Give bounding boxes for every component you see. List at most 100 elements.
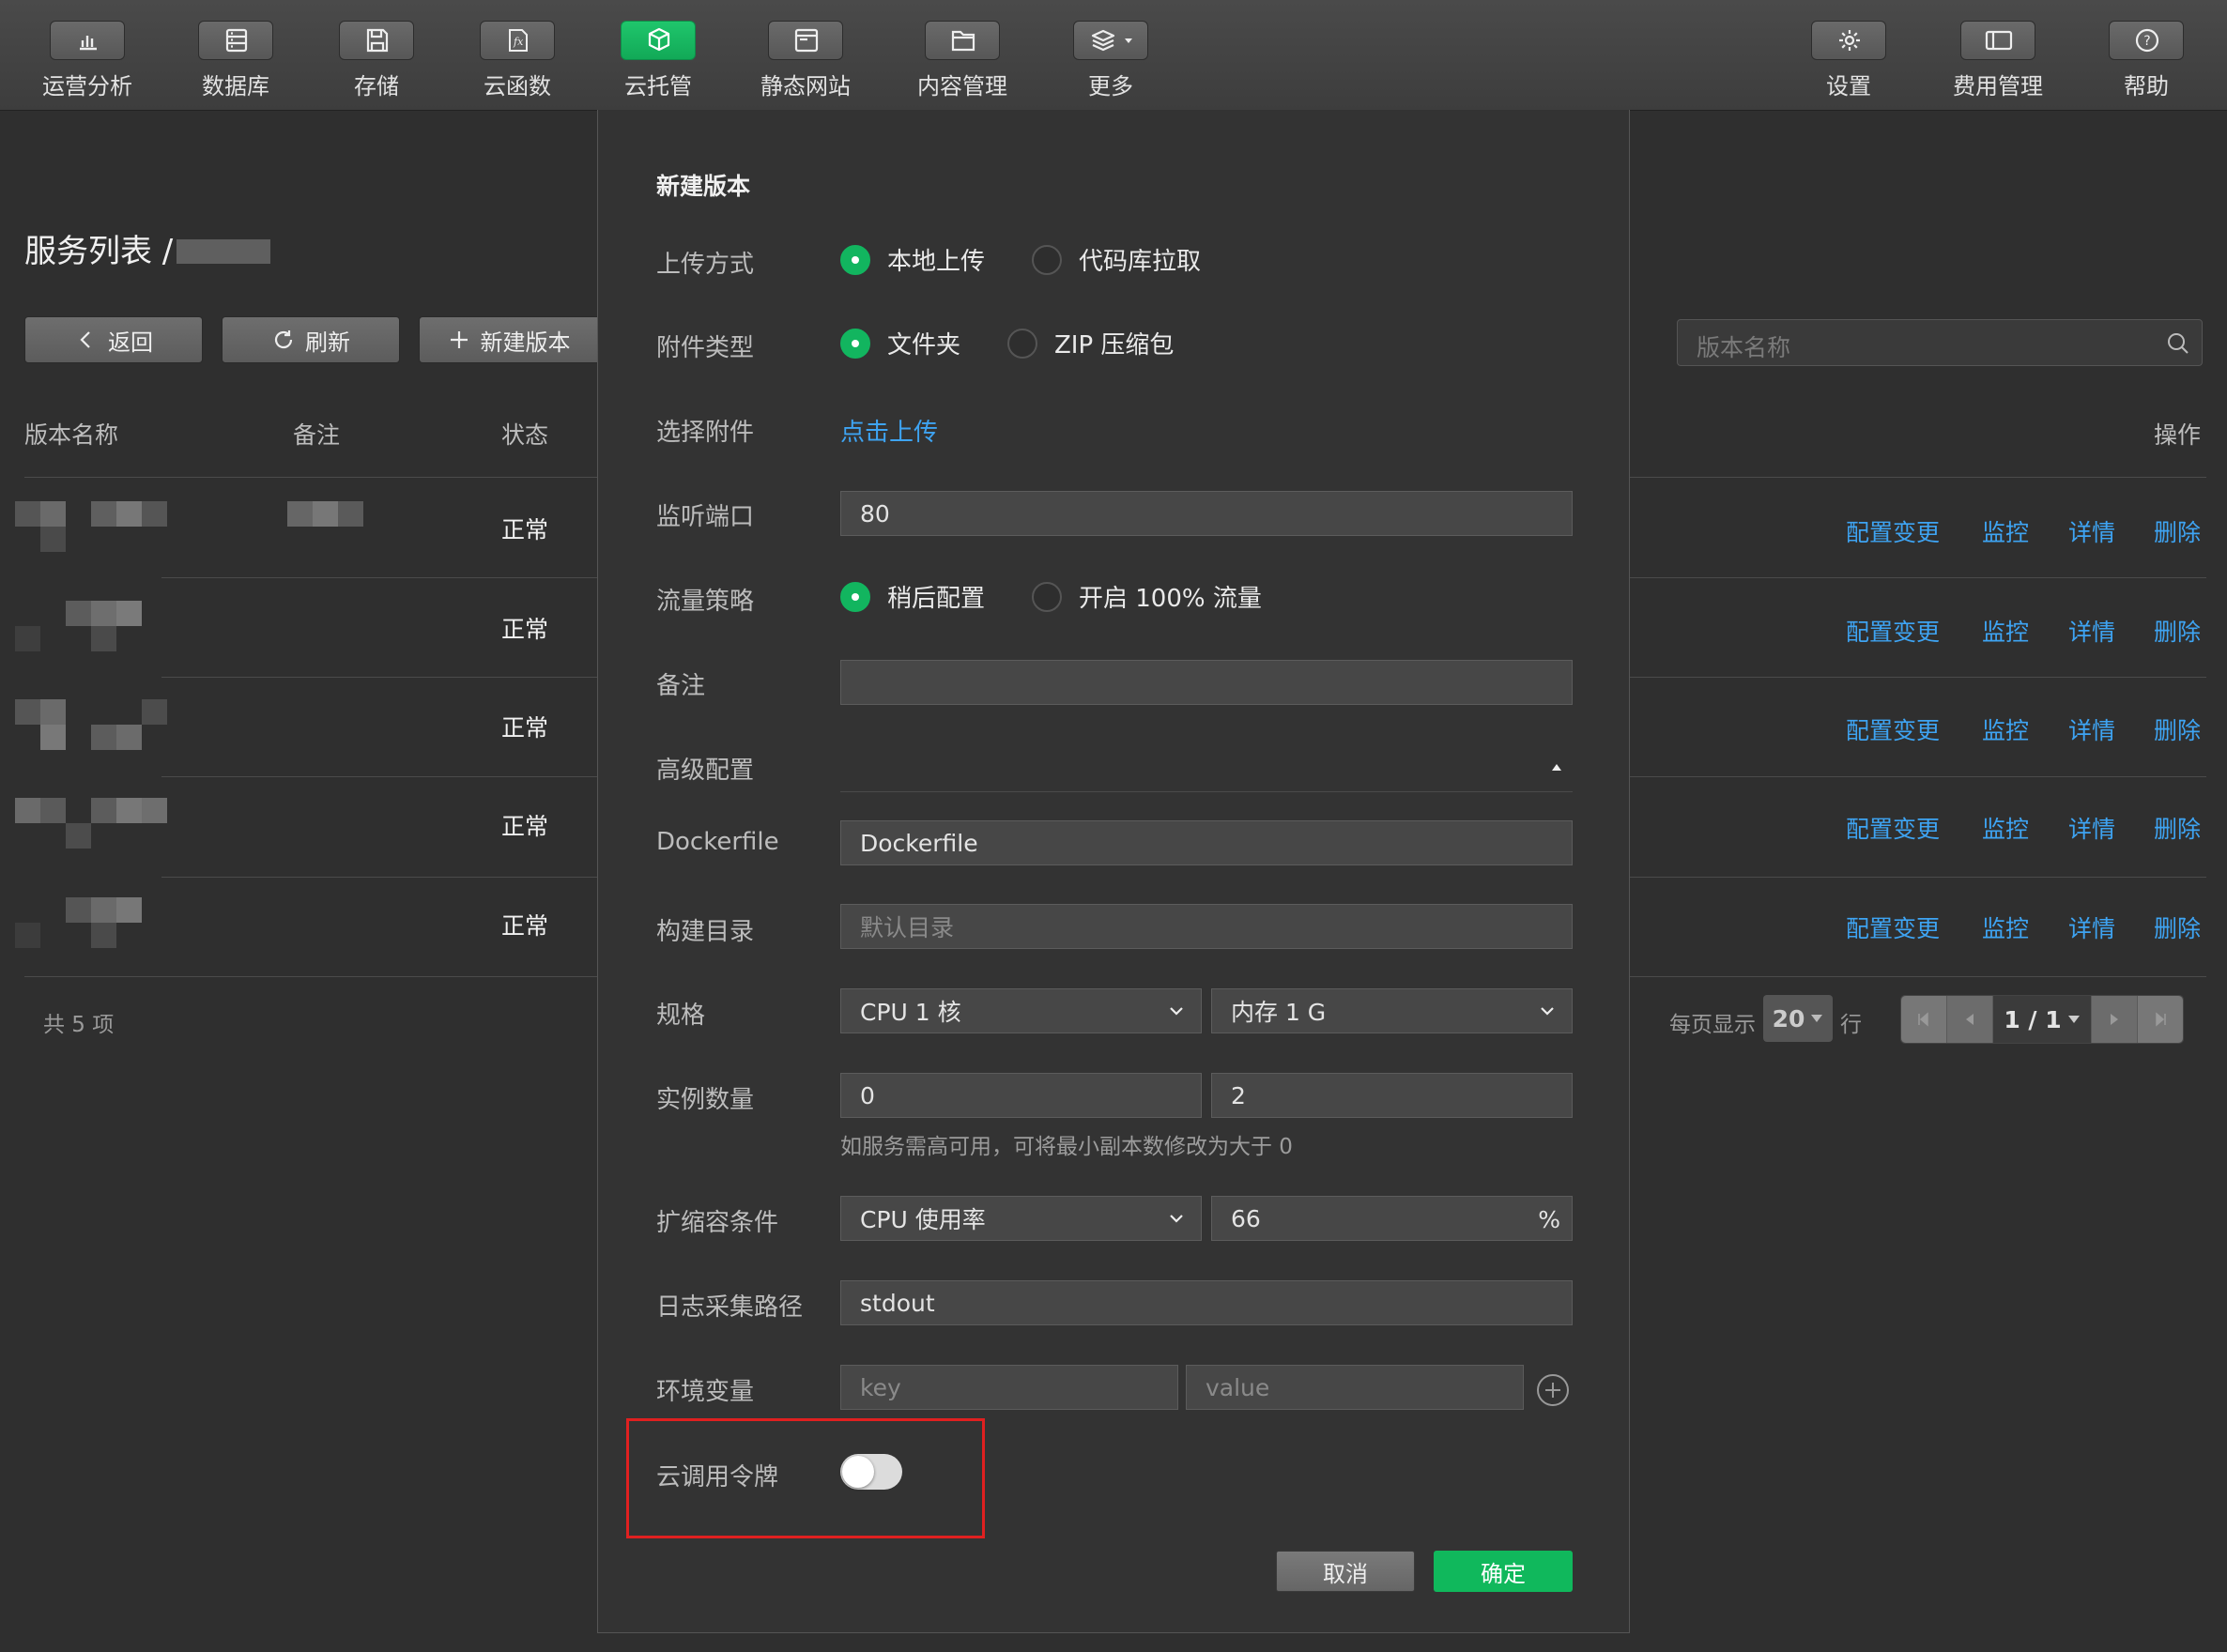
- log-path-input[interactable]: stdout: [840, 1280, 1573, 1325]
- radio-full-traffic[interactable]: 开启 100% 流量: [1032, 579, 1262, 614]
- search-input[interactable]: 版本名称: [1677, 319, 2203, 366]
- delete-link[interactable]: 删除: [2154, 514, 2201, 548]
- caret-up-icon[interactable]: [1550, 762, 1563, 772]
- back-button-label: 返回: [108, 329, 153, 356]
- column-header-note: 备注: [293, 421, 341, 449]
- cancel-button[interactable]: 取消: [1276, 1551, 1415, 1592]
- toolbar-item-analytics[interactable]: 运营分析: [12, 21, 162, 100]
- log-path-label: 日志采集路径: [656, 1293, 804, 1322]
- delete-link[interactable]: 删除: [2154, 712, 2201, 746]
- build-dir-label: 构建目录: [656, 918, 755, 946]
- scaling-metric-value: CPU 使用率: [860, 1206, 986, 1233]
- status-badge: 正常: [501, 616, 549, 643]
- config-change-link[interactable]: 配置变更: [1846, 712, 1940, 746]
- refresh-button[interactable]: 刷新: [222, 316, 400, 363]
- add-circle-icon[interactable]: [1536, 1373, 1570, 1407]
- details-link[interactable]: 详情: [2068, 614, 2115, 648]
- radio-selected-icon: [840, 581, 870, 612]
- chevron-down-icon: [1170, 1007, 1183, 1016]
- port-input[interactable]: 80: [840, 491, 1573, 536]
- toolbar-label: 静态网站: [760, 73, 851, 99]
- caret-down-icon: [2067, 1016, 2080, 1023]
- advanced-config-label: 高级配置: [656, 757, 755, 785]
- min-instances-input[interactable]: 0: [840, 1073, 1202, 1118]
- radio-zip[interactable]: ZIP 压缩包: [1007, 326, 1174, 360]
- radio-selected-icon: [840, 244, 870, 275]
- delete-link[interactable]: 删除: [2154, 910, 2201, 944]
- refresh-button-label: 刷新: [305, 329, 350, 356]
- next-page-button[interactable]: [2092, 996, 2137, 1043]
- cpu-select[interactable]: CPU 1 核: [840, 988, 1202, 1033]
- click-upload-link[interactable]: 点击上传: [840, 413, 938, 448]
- search-icon[interactable]: [2166, 331, 2190, 356]
- toolbar-item-settings[interactable]: 设置: [1774, 21, 1924, 100]
- max-instances-input[interactable]: 2: [1211, 1073, 1573, 1118]
- last-page-button[interactable]: [2138, 996, 2183, 1043]
- toolbar-item-static-site[interactable]: 静态网站: [730, 21, 881, 100]
- monitor-link[interactable]: 监控: [1982, 614, 2029, 648]
- first-page-button[interactable]: [1901, 996, 1946, 1043]
- details-link[interactable]: 详情: [2068, 514, 2115, 548]
- toolbar-item-help[interactable]: ? 帮助: [2071, 21, 2221, 100]
- toolbar-label: 设置: [1826, 73, 1871, 99]
- radio-label: 本地上传: [887, 248, 986, 276]
- details-link[interactable]: 详情: [2068, 910, 2115, 944]
- page-indicator[interactable]: 1 / 1: [1993, 996, 2091, 1043]
- toolbar-item-more[interactable]: 更多: [1036, 21, 1186, 100]
- scaling-threshold-input[interactable]: 66 %: [1211, 1196, 1573, 1241]
- page-size-select[interactable]: 20: [1763, 995, 1833, 1042]
- confirm-button[interactable]: 确定: [1434, 1551, 1573, 1592]
- details-link[interactable]: 详情: [2068, 811, 2115, 845]
- toolbar-label: 数据库: [202, 73, 269, 99]
- env-value-input[interactable]: value: [1186, 1365, 1524, 1410]
- radio-folder[interactable]: 文件夹: [840, 326, 960, 360]
- new-version-button-label: 新建版本: [480, 329, 571, 356]
- radio-unselected-icon: [1032, 581, 1062, 612]
- dockerfile-input[interactable]: Dockerfile: [840, 820, 1573, 865]
- total-count: 共 5 项: [43, 1013, 115, 1037]
- config-change-link[interactable]: 配置变更: [1846, 811, 1940, 845]
- page-size-value: 20: [1772, 1004, 1805, 1032]
- build-dir-input[interactable]: 默认目录: [840, 904, 1573, 949]
- column-header-name: 版本名称: [24, 421, 119, 449]
- breadcrumb-text: 服务列表 /: [24, 233, 174, 270]
- new-version-button[interactable]: 新建版本: [419, 316, 597, 363]
- save-icon: [339, 21, 414, 60]
- per-page-label: 每页显示: [1669, 1013, 1756, 1037]
- radio-configure-later[interactable]: 稍后配置: [840, 579, 985, 614]
- radio-unselected-icon: [1007, 328, 1037, 359]
- memory-select[interactable]: 内存 1 G: [1211, 988, 1573, 1033]
- pagination: 1 / 1: [1900, 995, 2184, 1044]
- upload-method-label: 上传方式: [656, 251, 755, 279]
- dialog-title: 新建版本: [656, 173, 751, 200]
- prev-page-button[interactable]: [1947, 996, 1992, 1043]
- monitor-link[interactable]: 监控: [1982, 712, 2029, 746]
- note-input[interactable]: [840, 660, 1573, 705]
- config-change-link[interactable]: 配置变更: [1846, 514, 1940, 548]
- monitor-link[interactable]: 监控: [1982, 910, 2029, 944]
- env-key-input[interactable]: key: [840, 1365, 1178, 1410]
- radio-local-upload[interactable]: 本地上传: [840, 242, 985, 277]
- toolbar-item-billing[interactable]: 费用管理: [1923, 21, 2073, 100]
- monitor-link[interactable]: 监控: [1982, 811, 2029, 845]
- plus-icon: [450, 331, 468, 348]
- refresh-icon: [274, 330, 293, 349]
- monitor-link[interactable]: 监控: [1982, 514, 2029, 548]
- last-page-icon: [2156, 1012, 2166, 1027]
- radio-repo-pull[interactable]: 代码库拉取: [1032, 242, 1201, 277]
- toolbar-item-content[interactable]: 内容管理: [887, 21, 1037, 100]
- toolbar-item-cloud-function[interactable]: fx 云函数: [442, 21, 592, 100]
- toolbar-item-cloud-hosting[interactable]: 云托管: [583, 21, 733, 100]
- function-icon: fx: [480, 21, 555, 60]
- help-icon: ?: [2109, 21, 2184, 60]
- config-change-link[interactable]: 配置变更: [1846, 910, 1940, 944]
- delete-link[interactable]: 删除: [2154, 811, 2201, 845]
- back-button[interactable]: 返回: [24, 316, 203, 363]
- delete-link[interactable]: 删除: [2154, 614, 2201, 648]
- scaling-metric-select[interactable]: CPU 使用率: [840, 1196, 1202, 1241]
- details-link[interactable]: 详情: [2068, 712, 2115, 746]
- toolbar-item-database[interactable]: 数据库: [161, 21, 311, 100]
- toolbar-item-storage[interactable]: 存储: [301, 21, 452, 100]
- config-change-link[interactable]: 配置变更: [1846, 614, 1940, 648]
- toolbar-label: 运营分析: [42, 73, 132, 99]
